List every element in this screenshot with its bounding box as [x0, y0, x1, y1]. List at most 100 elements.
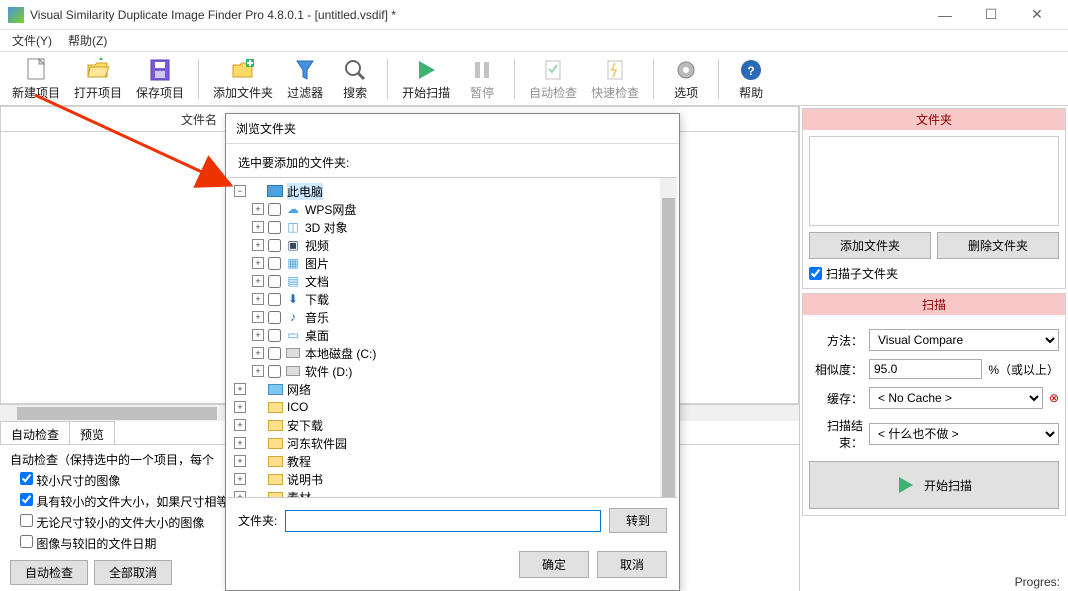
- cache-label: 缓存：: [809, 390, 863, 407]
- quick-check-button[interactable]: 快速检查: [585, 55, 645, 103]
- vertical-scrollbar[interactable]: [660, 178, 677, 497]
- tree-item[interactable]: +安下载: [228, 416, 677, 434]
- cancel-button[interactable]: 取消: [597, 551, 667, 578]
- method-select[interactable]: Visual Compare: [869, 329, 1059, 351]
- tree-checkbox[interactable]: [268, 203, 281, 216]
- menu-file[interactable]: 文件(Y): [4, 30, 60, 51]
- expand-icon[interactable]: +: [252, 221, 264, 233]
- tree-checkbox[interactable]: [268, 221, 281, 234]
- dialog-title: 浏览文件夹: [226, 114, 679, 143]
- expand-icon[interactable]: +: [252, 203, 264, 215]
- monitor-icon: [267, 184, 283, 198]
- dialog-subtitle: 选中要添加的文件夹:: [226, 144, 679, 177]
- start-scan-button[interactable]: 开始扫描: [396, 55, 456, 103]
- tree-item[interactable]: +软件 (D:): [228, 362, 677, 380]
- goto-button[interactable]: 转到: [609, 508, 667, 533]
- tree-item[interactable]: +☁WPS网盘: [228, 200, 677, 218]
- tree-checkbox[interactable]: [268, 329, 281, 342]
- expand-icon[interactable]: +: [252, 275, 264, 287]
- ok-button[interactable]: 确定: [519, 551, 589, 578]
- close-button[interactable]: ✕: [1014, 0, 1060, 30]
- expand-icon[interactable]: +: [252, 311, 264, 323]
- expand-icon[interactable]: +: [234, 383, 246, 395]
- play-icon: [412, 57, 440, 83]
- tab-preview[interactable]: 预览: [69, 421, 115, 444]
- col-filename[interactable]: 文件名: [181, 111, 217, 128]
- funnel-icon: [291, 57, 319, 83]
- tree-checkbox[interactable]: [268, 347, 281, 360]
- tree-item[interactable]: +网络: [228, 380, 677, 398]
- tree-checkbox[interactable]: [268, 239, 281, 252]
- expand-icon[interactable]: +: [252, 365, 264, 377]
- tree-item-label: 教程: [287, 453, 311, 470]
- folders-list[interactable]: [809, 136, 1059, 226]
- tree-item[interactable]: −此电脑: [228, 182, 677, 200]
- auto-check-button[interactable]: 自动检查: [523, 55, 583, 103]
- tree-item[interactable]: +⬇下载: [228, 290, 677, 308]
- expand-icon[interactable]: +: [234, 437, 246, 449]
- expand-icon[interactable]: +: [234, 455, 246, 467]
- tree-item[interactable]: +▦图片: [228, 254, 677, 272]
- end-label: 扫描结束：: [809, 417, 863, 451]
- search-button[interactable]: 搜索: [331, 55, 379, 103]
- tree-checkbox[interactable]: [268, 293, 281, 306]
- tree-item[interactable]: +◫3D 对象: [228, 218, 677, 236]
- menu-help[interactable]: 帮助(Z): [60, 30, 115, 51]
- maximize-button[interactable]: ☐: [968, 0, 1014, 30]
- open-project-button[interactable]: 打开项目: [68, 55, 128, 103]
- folder-tree[interactable]: −此电脑+☁WPS网盘+◫3D 对象+▣视频+▦图片+▤文档+⬇下载+♪音乐+▭…: [228, 177, 677, 498]
- expand-icon[interactable]: +: [252, 239, 264, 251]
- pause-button[interactable]: 暂停: [458, 55, 506, 103]
- delete-cache-icon[interactable]: ⊗: [1049, 391, 1059, 405]
- tree-item[interactable]: +说明书: [228, 470, 677, 488]
- tree-item[interactable]: +▣视频: [228, 236, 677, 254]
- tree-item[interactable]: +▭桌面: [228, 326, 677, 344]
- menubar: 文件(Y) 帮助(Z): [0, 30, 1068, 52]
- expand-icon[interactable]: +: [252, 293, 264, 305]
- tree-item[interactable]: +素材: [228, 488, 677, 498]
- toolbar-separator: [718, 59, 719, 99]
- similarity-input[interactable]: [869, 359, 982, 379]
- tree-checkbox[interactable]: [268, 257, 281, 270]
- tree-item[interactable]: +ICO: [228, 398, 677, 416]
- pause-icon: [468, 57, 496, 83]
- tree-checkbox[interactable]: [268, 311, 281, 324]
- cache-select[interactable]: < No Cache >: [869, 387, 1043, 409]
- music-icon: ♪: [285, 310, 301, 324]
- tree-item[interactable]: +本地磁盘 (C:): [228, 344, 677, 362]
- expand-icon[interactable]: +: [252, 257, 264, 269]
- tab-auto-check[interactable]: 自动检查: [0, 421, 70, 444]
- help-button[interactable]: ?帮助: [727, 55, 775, 103]
- tree-item[interactable]: + 教程: [228, 452, 677, 470]
- tree-checkbox[interactable]: [268, 275, 281, 288]
- toolbar-separator: [198, 59, 199, 99]
- expand-icon[interactable]: +: [234, 401, 246, 413]
- disk-icon: [285, 346, 301, 360]
- tree-item-label: 桌面: [305, 327, 329, 344]
- expand-icon[interactable]: −: [234, 185, 246, 197]
- path-input[interactable]: [285, 510, 601, 532]
- path-label: 文件夹:: [238, 512, 277, 529]
- remove-folder-button[interactable]: 删除文件夹: [937, 232, 1059, 259]
- tree-item[interactable]: +♪音乐: [228, 308, 677, 326]
- save-project-button[interactable]: 保存项目: [130, 55, 190, 103]
- tree-checkbox[interactable]: [268, 365, 281, 378]
- toolbar: 新建项目 打开项目 保存项目 添加文件夹 过滤器 搜索 开始扫描 暂停 自动检查…: [0, 52, 1068, 106]
- expand-icon[interactable]: +: [234, 491, 246, 498]
- tree-item[interactable]: +▤文档: [228, 272, 677, 290]
- expand-icon[interactable]: +: [234, 419, 246, 431]
- expand-icon[interactable]: +: [252, 347, 264, 359]
- filter-button[interactable]: 过滤器: [281, 55, 329, 103]
- expand-icon[interactable]: +: [252, 329, 264, 341]
- tree-item[interactable]: +河东软件园: [228, 434, 677, 452]
- add-folder-panel-button[interactable]: 添加文件夹: [809, 232, 931, 259]
- start-scan-main-button[interactable]: 开始扫描: [809, 461, 1059, 509]
- options-button[interactable]: 选项: [662, 55, 710, 103]
- new-project-button[interactable]: 新建项目: [6, 55, 66, 103]
- add-folder-button[interactable]: 添加文件夹: [207, 55, 279, 103]
- method-label: 方法：: [809, 332, 863, 349]
- end-select[interactable]: < 什么也不做 >: [869, 423, 1059, 445]
- expand-icon[interactable]: +: [234, 473, 246, 485]
- minimize-button[interactable]: —: [922, 0, 968, 30]
- scan-subfolders-check[interactable]: 扫描子文件夹: [809, 265, 1059, 282]
